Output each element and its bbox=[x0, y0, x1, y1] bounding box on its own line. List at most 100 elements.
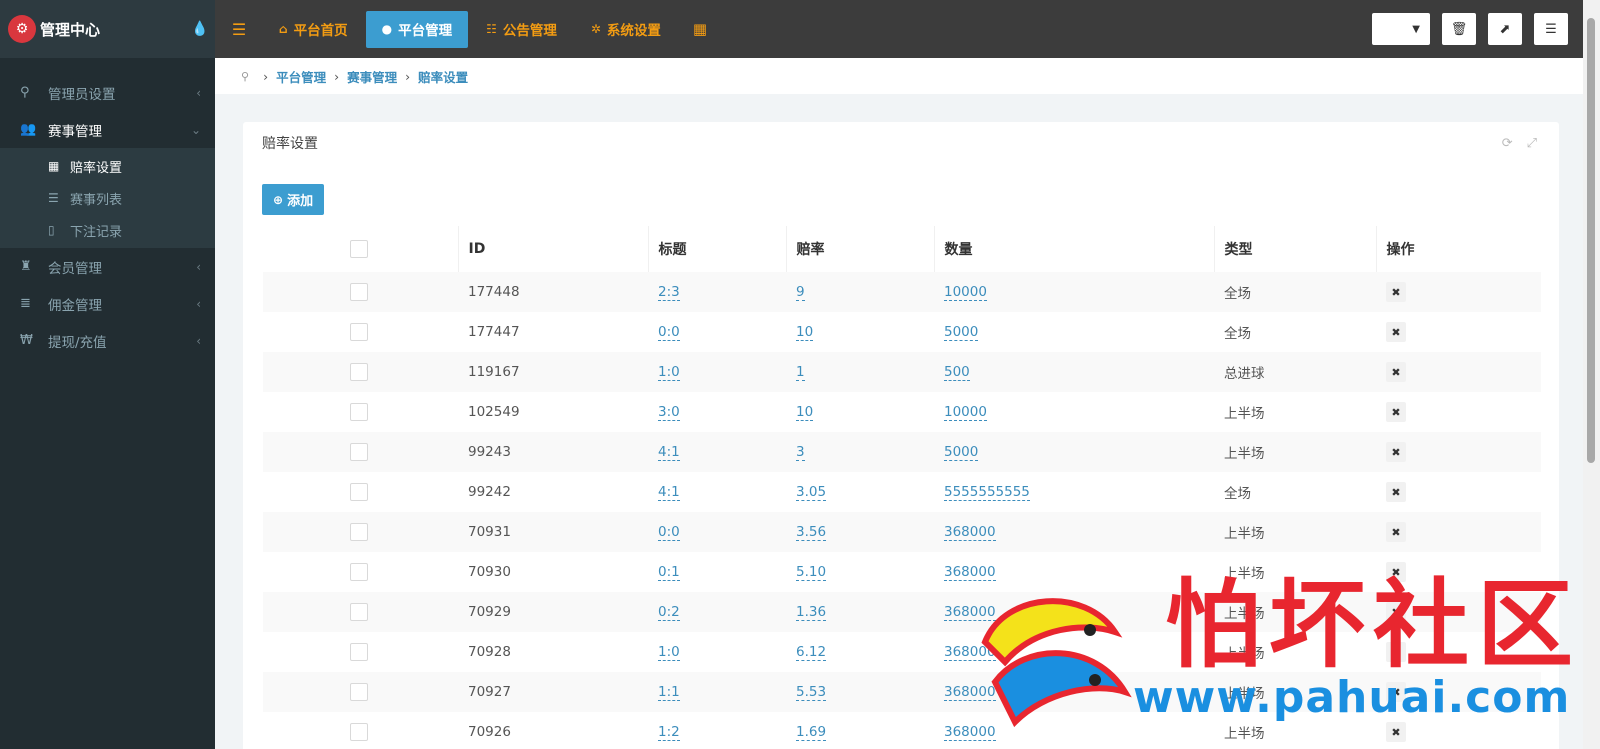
editable-odds[interactable]: 3.56 bbox=[796, 524, 827, 541]
tab-platform-management[interactable]: ● 平台管理 bbox=[365, 10, 469, 48]
editable-title[interactable]: 0:1 bbox=[658, 564, 680, 581]
tab-platform-home[interactable]: ⌂ 平台首页 bbox=[263, 11, 364, 48]
cell-odds: 10 bbox=[786, 392, 934, 432]
editable-title[interactable]: 3:0 bbox=[658, 404, 680, 421]
delete-row-button[interactable]: ✖ bbox=[1386, 522, 1406, 542]
menu-toggle-icon[interactable]: ☰ bbox=[215, 20, 263, 39]
editable-quantity[interactable]: 5555555555 bbox=[944, 484, 1030, 501]
sidebar-item-admin-settings[interactable]: ⚲ 管理员设置 ‹ bbox=[0, 74, 215, 111]
language-select[interactable]: ▼ bbox=[1372, 13, 1430, 45]
editable-odds[interactable]: 10 bbox=[796, 404, 814, 421]
column-header-type[interactable]: 类型 bbox=[1214, 226, 1377, 272]
settings-panel-button[interactable]: ☰ bbox=[1534, 13, 1568, 45]
delete-row-button[interactable]: ✖ bbox=[1386, 602, 1406, 622]
editable-quantity[interactable]: 5000 bbox=[944, 444, 979, 461]
odds-table: ID 标题 赔率 数量 类型 操作 177448 2:3 9 10000 全场 ✖ 1774… bbox=[263, 226, 1541, 749]
row-checkbox[interactable] bbox=[350, 603, 368, 621]
sidebar-item-withdraw-recharge[interactable]: ₩ 提现/充值 ‹ bbox=[0, 322, 215, 359]
editable-title[interactable]: 0:2 bbox=[658, 604, 680, 621]
scrollbar-thumb[interactable] bbox=[1587, 18, 1595, 463]
editable-quantity[interactable]: 10000 bbox=[944, 404, 987, 421]
editable-quantity[interactable]: 368000 bbox=[944, 524, 996, 541]
delete-row-button[interactable]: ✖ bbox=[1386, 482, 1406, 502]
breadcrumb-separator: › bbox=[405, 68, 411, 84]
tab-announcement-management[interactable]: ☷ 公告管理 bbox=[470, 11, 573, 48]
add-button[interactable]: ⊕ 添加 bbox=[262, 184, 325, 215]
editable-title[interactable]: 1:1 bbox=[658, 684, 680, 701]
delete-row-button[interactable]: ✖ bbox=[1386, 322, 1406, 342]
editable-odds[interactable]: 5.10 bbox=[796, 564, 827, 581]
refresh-icon[interactable]: ⟳ bbox=[1502, 136, 1513, 151]
chevron-left-icon: ‹ bbox=[196, 296, 201, 311]
select-all-checkbox[interactable] bbox=[350, 240, 368, 258]
delete-row-button[interactable]: ✖ bbox=[1386, 282, 1406, 302]
editable-quantity[interactable]: 500 bbox=[944, 364, 970, 381]
breadcrumb-item[interactable]: 平台管理 bbox=[276, 67, 326, 86]
row-checkbox[interactable] bbox=[350, 483, 368, 501]
open-external-button[interactable]: ⬈ bbox=[1488, 13, 1522, 45]
editable-odds[interactable]: 3 bbox=[796, 444, 805, 461]
clear-cache-button[interactable]: 🗑 bbox=[1442, 13, 1476, 45]
row-checkbox[interactable] bbox=[350, 723, 368, 741]
delete-row-button[interactable]: ✖ bbox=[1386, 682, 1406, 702]
column-header-quantity[interactable]: 数量 bbox=[934, 226, 1215, 272]
sidebar-item-event-management[interactable]: 👥 赛事管理 ⌄ bbox=[0, 111, 215, 148]
editable-quantity[interactable]: 10000 bbox=[944, 284, 987, 301]
row-checkbox[interactable] bbox=[350, 403, 368, 421]
editable-quantity[interactable]: 368000 bbox=[944, 724, 996, 741]
row-checkbox[interactable] bbox=[350, 283, 368, 301]
editable-odds[interactable]: 5.53 bbox=[796, 684, 827, 701]
column-header-title[interactable]: 标题 bbox=[648, 226, 787, 272]
sidebar-item-member-management[interactable]: ♜ 会员管理 ‹ bbox=[0, 248, 215, 285]
table-row: 70928 1:0 6.12 368000 上半场 ✖ bbox=[263, 632, 1541, 672]
breadcrumb-item[interactable]: 赛事管理 bbox=[347, 67, 397, 86]
editable-quantity[interactable]: 368000 bbox=[944, 564, 996, 581]
delete-row-button[interactable]: ✖ bbox=[1386, 722, 1406, 742]
cell-odds: 3 bbox=[786, 432, 934, 472]
editable-odds[interactable]: 1 bbox=[796, 364, 805, 381]
delete-row-button[interactable]: ✖ bbox=[1386, 402, 1406, 422]
column-header-id[interactable]: ID bbox=[458, 226, 649, 272]
editable-title[interactable]: 1:2 bbox=[658, 724, 680, 741]
tab-system-settings[interactable]: ✲ 系统设置 bbox=[575, 11, 677, 48]
editable-odds[interactable]: 6.12 bbox=[796, 644, 827, 661]
cell-title: 0:2 bbox=[648, 592, 786, 632]
delete-row-button[interactable]: ✖ bbox=[1386, 642, 1406, 662]
sidebar-subitem-odds-settings[interactable]: ▦ 赔率设置 bbox=[0, 150, 215, 182]
editable-odds[interactable]: 9 bbox=[796, 284, 805, 301]
row-checkbox[interactable] bbox=[350, 443, 368, 461]
editable-odds[interactable]: 10 bbox=[796, 324, 814, 341]
fullscreen-icon[interactable]: ⤢ bbox=[1527, 136, 1537, 151]
row-checkbox[interactable] bbox=[350, 643, 368, 661]
editable-odds[interactable]: 1.69 bbox=[796, 724, 827, 741]
editable-title[interactable]: 4:1 bbox=[658, 444, 680, 461]
editable-quantity[interactable]: 368000 bbox=[944, 684, 996, 701]
delete-row-button[interactable]: ✖ bbox=[1386, 362, 1406, 382]
delete-row-button[interactable]: ✖ bbox=[1386, 562, 1406, 582]
sidebar-item-commission-management[interactable]: ≣ 佣金管理 ‹ bbox=[0, 285, 215, 322]
editable-quantity[interactable]: 368000 bbox=[944, 644, 996, 661]
editable-quantity[interactable]: 368000 bbox=[944, 604, 996, 621]
page-scrollbar[interactable] bbox=[1583, 0, 1600, 749]
editable-title[interactable]: 0:0 bbox=[658, 524, 680, 541]
editable-title[interactable]: 1:0 bbox=[658, 364, 680, 381]
sidebar-subitem-event-list[interactable]: ☰ 赛事列表 bbox=[0, 182, 215, 214]
row-checkbox[interactable] bbox=[350, 363, 368, 381]
row-checkbox[interactable] bbox=[350, 323, 368, 341]
sidebar-subitem-bet-records[interactable]: ▯ 下注记录 bbox=[0, 214, 215, 246]
apps-grid-icon[interactable]: ▦ bbox=[679, 20, 721, 38]
theme-drop-icon[interactable]: 💧 bbox=[185, 21, 215, 37]
editable-title[interactable]: 1:0 bbox=[658, 644, 680, 661]
row-checkbox[interactable] bbox=[350, 563, 368, 581]
row-checkbox[interactable] bbox=[350, 683, 368, 701]
editable-quantity[interactable]: 5000 bbox=[944, 324, 979, 341]
editable-title[interactable]: 0:0 bbox=[658, 324, 680, 341]
editable-title[interactable]: 2:3 bbox=[658, 284, 680, 301]
column-header-odds[interactable]: 赔率 bbox=[786, 226, 935, 272]
breadcrumb-item[interactable]: 赔率设置 bbox=[418, 67, 468, 86]
editable-odds[interactable]: 1.36 bbox=[796, 604, 827, 621]
editable-odds[interactable]: 3.05 bbox=[796, 484, 827, 501]
editable-title[interactable]: 4:1 bbox=[658, 484, 680, 501]
delete-row-button[interactable]: ✖ bbox=[1386, 442, 1406, 462]
row-checkbox[interactable] bbox=[350, 523, 368, 541]
